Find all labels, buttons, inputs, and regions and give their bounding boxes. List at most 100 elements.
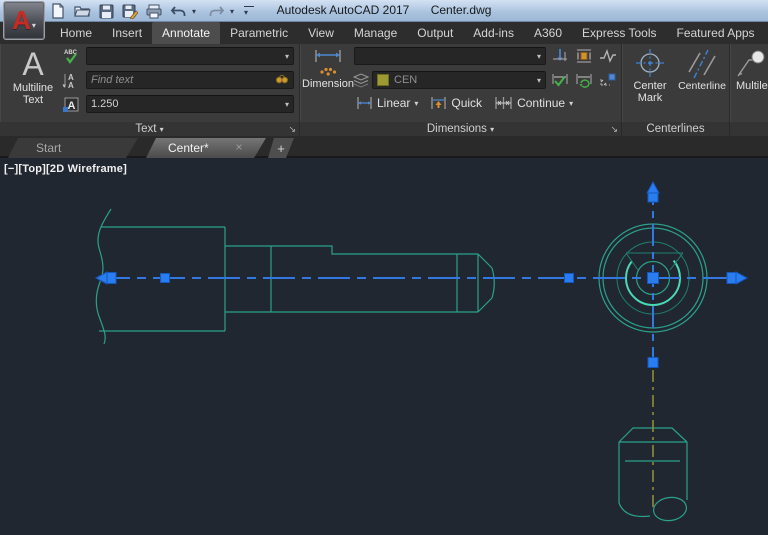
window-title: Autodesk AutoCAD 2017 Center.dwg [0, 3, 768, 17]
dim-layer-dropdown[interactable]: CEN ▾ [372, 71, 546, 89]
find-icon[interactable] [275, 74, 289, 87]
drawing-canvas[interactable]: [−][Top][2D Wireframe] [0, 158, 768, 535]
multileader-label: Multileader [736, 80, 768, 92]
viewport-controls[interactable]: [−][Top][2D Wireframe] [4, 163, 127, 175]
tab-home[interactable]: Home [50, 22, 102, 44]
autocad-logo: A [12, 5, 31, 36]
arrow-grip-top[interactable] [647, 182, 659, 193]
spell-check-icon[interactable]: ABC [62, 47, 82, 65]
chevron-down-icon: ▾ [537, 76, 541, 85]
text-height-icon[interactable]: A [62, 95, 82, 113]
dimensions-panel-title[interactable]: Dimensions ▾ ↘ [300, 122, 621, 136]
tab-featured-apps[interactable]: Featured Apps [667, 22, 765, 44]
text-height-value: 1.250 [91, 98, 119, 110]
shaft-side-view[interactable] [96, 209, 494, 344]
panel-dimensions: Dimension ▾ CEN ▾ Linear▾ [300, 44, 622, 136]
close-tab-icon[interactable]: × [232, 140, 246, 154]
dim-layer-value: CEN [394, 74, 417, 86]
chevron-down-icon: ▾ [414, 99, 418, 108]
dimensions-panel-launcher-icon[interactable]: ↘ [610, 123, 618, 135]
tab-output[interactable]: Output [407, 22, 463, 44]
multiline-text-button[interactable]: A Multiline Text ▾ [6, 46, 60, 106]
file-tab-center[interactable]: Center* [146, 138, 266, 158]
arrow-grip-right[interactable] [736, 272, 747, 284]
multiline-text-icon: A [22, 46, 43, 82]
dim-layer-icon [352, 71, 370, 89]
svg-text:A: A [68, 100, 76, 112]
quick-icon [430, 96, 447, 110]
dimension-label: Dimension [302, 78, 354, 90]
text-align-icon[interactable]: AA [62, 71, 82, 89]
arrow-grip-left[interactable] [96, 272, 107, 284]
find-text-input[interactable] [91, 74, 275, 86]
multileader-button[interactable]: Multileader [736, 48, 768, 92]
tab-express-tools[interactable]: Express Tools [572, 22, 666, 44]
square-grip[interactable] [565, 274, 574, 283]
svg-text:A: A [68, 81, 74, 89]
chevron-down-icon: ▾ [569, 99, 573, 108]
arrow-grip-right-tail[interactable] [727, 273, 736, 284]
square-grip[interactable] [161, 274, 170, 283]
chevron-down-icon: ▾ [537, 52, 541, 61]
centerlines-panel-title: Centerlines [622, 122, 729, 136]
continue-icon [494, 96, 513, 110]
shaft-nose-chamfer [478, 254, 494, 312]
application-menu-button[interactable]: A ▾ [3, 1, 45, 40]
tab-view[interactable]: View [298, 22, 344, 44]
app-name: Autodesk AutoCAD 2017 [277, 3, 410, 17]
dimension-button[interactable]: Dimension [302, 48, 354, 90]
chevron-down-icon: ▾ [285, 100, 289, 109]
dimension-break-icon[interactable] [550, 47, 570, 65]
quick-dimension-button[interactable]: Quick [430, 96, 482, 110]
text-panel-title[interactable]: Text ▾ ↘ [0, 122, 299, 136]
layer-color-swatch [377, 74, 389, 86]
tab-insert[interactable]: Insert [102, 22, 152, 44]
text-style-dropdown[interactable]: ▾ [86, 47, 294, 65]
tab-a360[interactable]: A360 [524, 22, 572, 44]
multileader-icon [736, 48, 766, 80]
ribbon-tab-bar: Home Insert Annotate Parametric View Man… [0, 22, 768, 44]
leaders-panel-title [730, 122, 768, 136]
text-height-dropdown[interactable]: 1.250 ▾ [86, 95, 294, 113]
tab-manage[interactable]: Manage [344, 22, 407, 44]
center-mark-label: Center Mark [623, 80, 677, 104]
centerline-button[interactable]: Centerline [676, 48, 728, 92]
square-grip-bottom[interactable] [648, 358, 658, 368]
panel-centerlines: Center Mark Centerline Centerlines [622, 44, 730, 136]
tab-addins[interactable]: Add-ins [463, 22, 524, 44]
reassociate-icon[interactable] [598, 71, 618, 89]
title-bar: ▾ ▾ ▾ Autodesk AutoCAD 2017 Center.dwg [0, 0, 768, 22]
adjust-space-icon[interactable] [574, 47, 594, 65]
center-grip[interactable] [648, 273, 659, 284]
update-dimension-icon[interactable] [574, 71, 594, 89]
selection-grips[interactable] [96, 182, 747, 368]
tab-bim360[interactable]: BIM 360 [765, 22, 768, 44]
file-tab-bar: Start Center* × + [0, 136, 768, 158]
multiline-text-label: Multiline Text [3, 82, 63, 106]
inspect-dimension-icon[interactable] [550, 71, 570, 89]
arrow-grip-left-tail[interactable] [107, 273, 116, 284]
new-drawing-tab-button[interactable]: + [268, 138, 294, 158]
model-space[interactable] [0, 158, 768, 535]
center-mark-button[interactable]: Center Mark [624, 48, 676, 104]
file-tab-start[interactable]: Start [8, 138, 138, 158]
continue-dimension-button[interactable]: Continue▾ [494, 96, 573, 110]
tab-parametric[interactable]: Parametric [220, 22, 298, 44]
linear-icon [356, 96, 373, 110]
dimension-icon [313, 48, 343, 78]
ribbon: A Multiline Text ▾ ABC AA A ▾ [0, 44, 768, 136]
dim-style-dropdown[interactable]: ▾ [354, 47, 546, 65]
linear-dimension-button[interactable]: Linear▾ [356, 96, 418, 110]
jog-line-icon[interactable] [598, 47, 618, 65]
text-panel-launcher-icon[interactable]: ↘ [288, 123, 296, 135]
arrow-grip-top-tail[interactable] [648, 193, 658, 202]
document-name: Center.dwg [431, 3, 492, 17]
centerline-label: Centerline [674, 80, 730, 92]
centerline-icon [686, 48, 718, 80]
find-text-field[interactable] [86, 71, 294, 89]
tab-annotate[interactable]: Annotate [152, 22, 220, 44]
panel-text: A Multiline Text ▾ ABC AA A ▾ [0, 44, 300, 136]
app-menu-caret-icon: ▾ [32, 21, 36, 30]
center-mark-icon [633, 48, 667, 80]
chevron-down-icon: ▾ [285, 52, 289, 61]
